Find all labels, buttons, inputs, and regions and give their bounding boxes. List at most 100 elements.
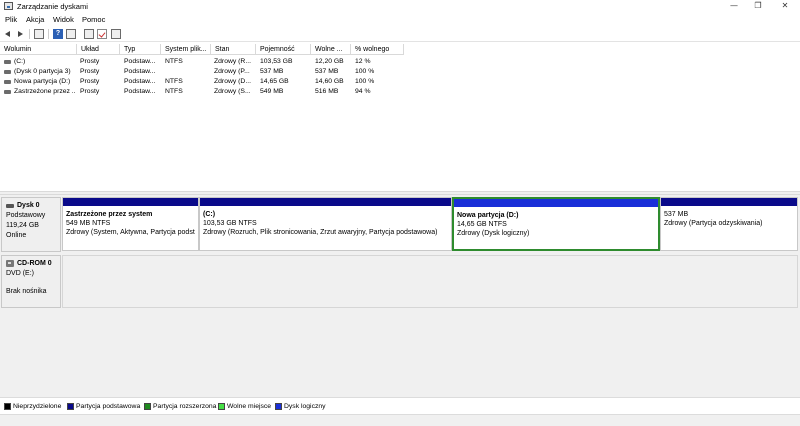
disk-0-name: Dysk 0	[17, 202, 40, 209]
cdrom-0-media-area[interactable]	[62, 255, 798, 308]
window-title: Zarządzanie dyskami	[17, 2, 88, 11]
partition-bar	[200, 198, 451, 206]
menu-pomoc[interactable]: Pomoc	[82, 15, 105, 24]
column-header-layout[interactable]: Układ	[77, 44, 120, 55]
cell-volume: (Dysk 0 partycja 3)	[14, 68, 71, 75]
cell-capacity: 549 MB	[260, 88, 284, 95]
close-button[interactable]: ✕	[773, 0, 797, 13]
maximize-button[interactable]: ❐	[746, 0, 770, 13]
cell-free: 537 MB	[315, 68, 339, 75]
partition-d[interactable]: Nowa partycja (D:) 14,65 GB NTFS Zdrowy …	[452, 197, 660, 251]
menu-widok[interactable]: Widok	[53, 15, 74, 24]
cdrom-0-status: Brak nośnika	[6, 288, 47, 295]
cell-percent-free: 100 %	[355, 78, 375, 85]
cell-capacity: 537 MB	[260, 68, 284, 75]
table-row[interactable]: Zastrzeżone przez ... Prosty Podstaw... …	[0, 87, 800, 97]
legend: Nieprzydzielone Partycja podstawowa Part…	[0, 397, 800, 414]
back-icon[interactable]	[3, 29, 13, 39]
column-header-type[interactable]: Typ	[120, 44, 161, 55]
partition-system-reserved[interactable]: Zastrzeżone przez system 549 MB NTFS Zdr…	[62, 197, 199, 251]
list-icon[interactable]	[111, 29, 121, 39]
partition-size: 14,65 GB NTFS	[457, 221, 507, 228]
minimize-button[interactable]: —	[722, 0, 746, 13]
drive-icon	[4, 60, 11, 64]
column-header-free[interactable]: Wolne ...	[311, 44, 351, 55]
volume-list: Wolumin Układ Typ System plik... Stan Po…	[0, 43, 800, 191]
toolbar: ?	[0, 27, 800, 42]
partition-status: Zdrowy (Partycja odzyskiwania)	[664, 220, 763, 227]
menu-bar: Plik Akcja Widok Pomoc	[0, 13, 800, 27]
disk-0-label[interactable]: Dysk 0 Podstawowy 119,24 GB Online	[1, 197, 61, 252]
cell-capacity: 14,65 GB	[260, 78, 289, 85]
partition-c[interactable]: (C:) 103,53 GB NTFS Zdrowy (Rozruch, Pli…	[199, 197, 452, 251]
legend-label-extended: Partycja rozszerzona	[153, 403, 217, 410]
hard-disk-icon	[6, 204, 14, 208]
cdrom-icon	[6, 260, 14, 267]
legend-swatch-extended	[144, 403, 151, 410]
forward-icon[interactable]	[15, 29, 25, 39]
cell-filesystem: NTFS	[165, 88, 183, 95]
cdrom-0-name-row: CD-ROM 0	[6, 259, 56, 269]
column-header-percent-free[interactable]: % wolnego	[351, 44, 404, 55]
cdrom-0-label[interactable]: CD-ROM 0 DVD (E:) Brak nośnika	[1, 255, 61, 308]
cell-percent-free: 100 %	[355, 68, 375, 75]
properties-icon[interactable]	[34, 29, 44, 39]
disk-0-status: Online	[6, 232, 27, 239]
column-header-volume[interactable]: Wolumin	[0, 44, 77, 55]
cell-free: 516 MB	[315, 88, 339, 95]
disk-0-name-row: Dysk 0	[6, 201, 56, 211]
partition-recovery[interactable]: 537 MB Zdrowy (Partycja odzyskiwania)	[660, 197, 798, 251]
cell-type: Podstaw...	[124, 58, 156, 65]
cdrom-0-type: DVD (E:)	[6, 270, 34, 277]
disk-map: Dysk 0 Podstawowy 119,24 GB Online Zastr…	[0, 195, 800, 397]
cell-type: Podstaw...	[124, 88, 156, 95]
legend-swatch-free-space	[218, 403, 225, 410]
cell-free: 14,60 GB	[315, 78, 344, 85]
partition-size: 537 MB	[664, 211, 689, 218]
cell-filesystem: NTFS	[165, 78, 183, 85]
disk-management-icon	[4, 2, 13, 10]
partition-size: 103,53 GB NTFS	[203, 220, 257, 227]
cell-layout: Prosty	[80, 78, 100, 85]
legend-swatch-primary	[67, 403, 74, 410]
cell-capacity: 103,53 GB	[260, 58, 293, 65]
partition-status: Zdrowy (Dysk logiczny)	[457, 230, 530, 237]
column-header-filesystem[interactable]: System plik...	[161, 44, 211, 55]
cell-layout: Prosty	[80, 58, 100, 65]
cell-percent-free: 94 %	[355, 88, 371, 95]
table-row[interactable]: (C:) Prosty Podstaw... NTFS Zdrowy (R...…	[0, 57, 800, 67]
cell-volume: (C:)	[14, 58, 26, 65]
toolbar-separator	[48, 29, 49, 39]
column-header-status[interactable]: Stan	[211, 44, 256, 55]
legend-label-primary: Partycja podstawowa	[76, 403, 141, 410]
column-header-capacity[interactable]: Pojemność	[256, 44, 311, 55]
help-icon[interactable]: ?	[53, 29, 63, 39]
table-row[interactable]: Nowa partycja (D:) Prosty Podstaw... NTF…	[0, 77, 800, 87]
legend-label-free-space: Wolne miejsce	[227, 403, 272, 410]
legend-swatch-logical	[275, 403, 282, 410]
cell-status: Zdrowy (D...	[214, 78, 252, 85]
menu-plik[interactable]: Plik	[5, 15, 17, 24]
drive-icon	[4, 90, 11, 94]
cdrom-0-name: CD-ROM 0	[17, 260, 52, 267]
view-icon[interactable]	[66, 29, 76, 39]
disk-0-size: 119,24 GB	[6, 222, 39, 229]
cell-volume: Nowa partycja (D:)	[14, 78, 71, 85]
toolbar-separator	[29, 29, 30, 39]
menu-akcja[interactable]: Akcja	[26, 15, 44, 24]
check-icon[interactable]	[97, 29, 107, 39]
partition-name: (C:)	[203, 211, 216, 218]
drive-icon	[4, 80, 11, 84]
cell-status: Zdrowy (P...	[214, 68, 250, 75]
drive-icon	[4, 70, 11, 74]
table-row[interactable]: (Dysk 0 partycja 3) Prosty Podstaw... Zd…	[0, 67, 800, 77]
cell-percent-free: 12 %	[355, 58, 371, 65]
partition-size: 549 MB NTFS	[66, 220, 111, 227]
partition-bar	[63, 198, 198, 206]
status-bar	[0, 414, 800, 426]
legend-label-logical: Dysk logiczny	[284, 403, 326, 410]
legend-swatch-unallocated	[4, 403, 11, 410]
disk-icon[interactable]	[84, 29, 94, 39]
cell-filesystem: NTFS	[165, 58, 183, 65]
title-bar: Zarządzanie dyskami — ❐ ✕	[0, 0, 800, 13]
